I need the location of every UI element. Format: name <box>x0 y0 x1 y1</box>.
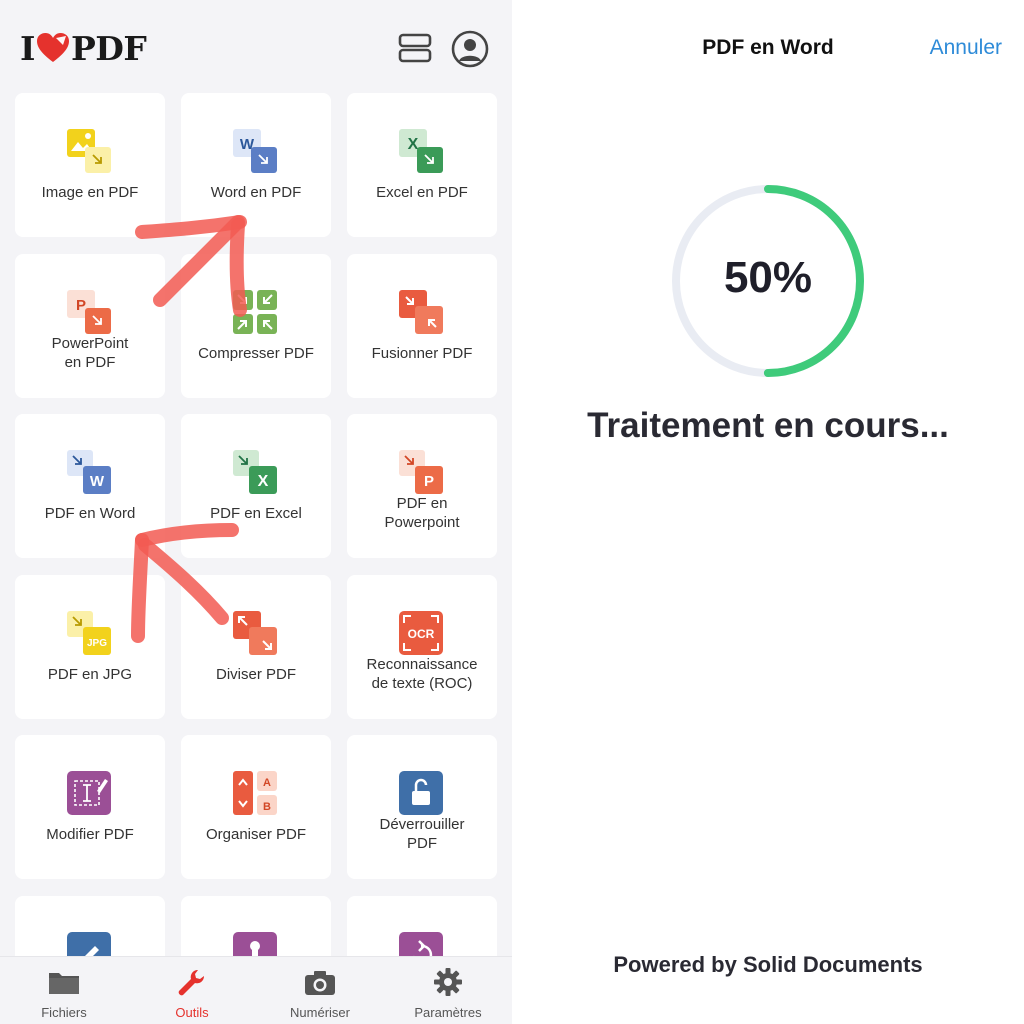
camera-icon <box>305 971 335 995</box>
tool-card-label: Fusionner PDF <box>371 344 473 362</box>
tool-card-merge[interactable]: Fusionner PDF <box>347 253 497 398</box>
svg-text:JPG: JPG <box>87 638 107 649</box>
tab-label: Paramètres <box>414 1005 482 1020</box>
cancel-button[interactable]: Annuler <box>930 36 1002 60</box>
app-header: I PDF <box>0 0 512 92</box>
tool-card-label: Word en PDF <box>210 184 302 201</box>
tool-card-label: Déverrouiller PDF <box>379 816 465 852</box>
word-to-pdf-icon: W <box>233 129 277 173</box>
tool-card-organize[interactable]: A B Organiser PDF <box>181 735 331 879</box>
tab-label: Fichiers <box>41 1005 87 1020</box>
tools-panel: I PDF Image en PDF W Word en PDF X Excel en … <box>0 0 512 1024</box>
powered-by-label: Powered by Solid Documents <box>613 952 923 977</box>
tool-card-excel-to-pdf[interactable]: X Excel en PDF <box>347 93 497 237</box>
tool-card-label: PowerPoint en PDF <box>51 334 129 371</box>
tool-card-label: PDF en JPG <box>47 665 133 683</box>
tool-card-ocr[interactable]: OCR Reconnaissance de texte (ROC) <box>347 574 497 719</box>
split-icon <box>233 610 277 655</box>
tab-wrench[interactable]: Outils <box>128 957 256 1024</box>
logo-text-pdf: PDF <box>70 28 147 68</box>
wrench-icon <box>178 969 205 996</box>
ilovepdf-logo: I PDF <box>20 28 147 68</box>
tool-card-pdf-to-jpg[interactable]: JPG PDF en JPG <box>15 574 165 719</box>
layout-toggle-icon[interactable] <box>398 33 432 63</box>
tool-card-powerpoint-to-pdf[interactable]: P PowerPoint en PDF <box>15 253 165 398</box>
progress-percent: 50% <box>723 253 813 302</box>
folder-icon <box>49 973 79 994</box>
organize-icon: AB <box>233 771 277 815</box>
tool-card-label: Reconnaissance de texte (ROC) <box>366 655 478 692</box>
gear-icon <box>434 968 462 996</box>
tool-card-label: Image en PDF <box>41 184 139 201</box>
pdf-to-word-icon: W <box>67 450 111 494</box>
tool-card-label: Modifier PDF <box>46 826 134 843</box>
tool-card-word-to-pdf[interactable]: W Word en PDF <box>181 93 331 237</box>
tool-card-label: Organiser PDF <box>205 826 307 843</box>
tool-card-pdf-to-powerpoint[interactable]: P PDF en Powerpoint <box>347 414 497 558</box>
compress-icon <box>233 289 277 334</box>
pdf-to-excel-icon: X <box>233 450 277 494</box>
tool-card-pdf-to-word[interactable]: W PDF en Word <box>15 414 165 558</box>
svg-text:W: W <box>90 473 105 490</box>
edit-icon <box>67 771 111 815</box>
ocr-icon-text: OCR <box>408 627 435 641</box>
ocr-icon: OCR <box>399 610 443 655</box>
heart-icon <box>36 33 69 62</box>
svg-text:B: B <box>263 801 271 813</box>
processing-status: Traitement en cours... <box>587 406 949 445</box>
logo-text-i: I <box>20 28 35 68</box>
account-icon[interactable] <box>451 30 489 68</box>
pdf-to-powerpoint-icon: P <box>399 450 443 494</box>
tool-card-unlock[interactable]: Déverrouiller PDF <box>347 735 497 879</box>
excel-to-pdf-icon: X <box>399 129 443 173</box>
conversion-panel: PDF en Word Annuler 50% Traitement en co… <box>512 0 1024 1024</box>
tab-label: Outils <box>175 1005 209 1020</box>
tool-card-label: PDF en Powerpoint <box>384 495 460 531</box>
tab-folder[interactable]: Fichiers <box>0 957 128 1024</box>
tool-card-label: PDF en Excel <box>210 505 302 522</box>
tool-card-image-to-pdf[interactable]: Image en PDF <box>15 93 165 237</box>
tool-card-label: Compresser PDF <box>198 344 314 362</box>
tool-card-edit[interactable]: Modifier PDF <box>15 735 165 879</box>
merge-icon <box>399 289 443 334</box>
svg-text:P: P <box>424 473 434 490</box>
svg-text:A: A <box>263 777 271 789</box>
unlock-icon <box>399 771 443 815</box>
tool-card-label: Excel en PDF <box>376 184 468 201</box>
image-to-pdf-icon <box>67 129 111 173</box>
svg-text:X: X <box>258 473 269 490</box>
svg-text:P: P <box>76 297 86 314</box>
tool-card-pdf-to-excel[interactable]: X PDF en Excel <box>181 414 331 558</box>
tool-card-label: Diviser PDF <box>215 665 296 683</box>
powerpoint-to-pdf-icon: P <box>67 289 111 334</box>
pdf-to-jpg-icon: JPG <box>67 610 111 655</box>
tab-camera[interactable]: Numériser <box>256 957 384 1024</box>
bottom-tab-bar: Fichiers Outils Numériser Paramètres <box>0 956 512 1024</box>
tool-card-split[interactable]: Diviser PDF <box>181 574 331 719</box>
tab-gear[interactable]: Paramètres <box>384 957 512 1024</box>
tool-card-compress[interactable]: Compresser PDF <box>181 253 331 398</box>
tab-label: Numériser <box>290 1005 350 1020</box>
tool-card-label: PDF en Word <box>44 505 136 522</box>
